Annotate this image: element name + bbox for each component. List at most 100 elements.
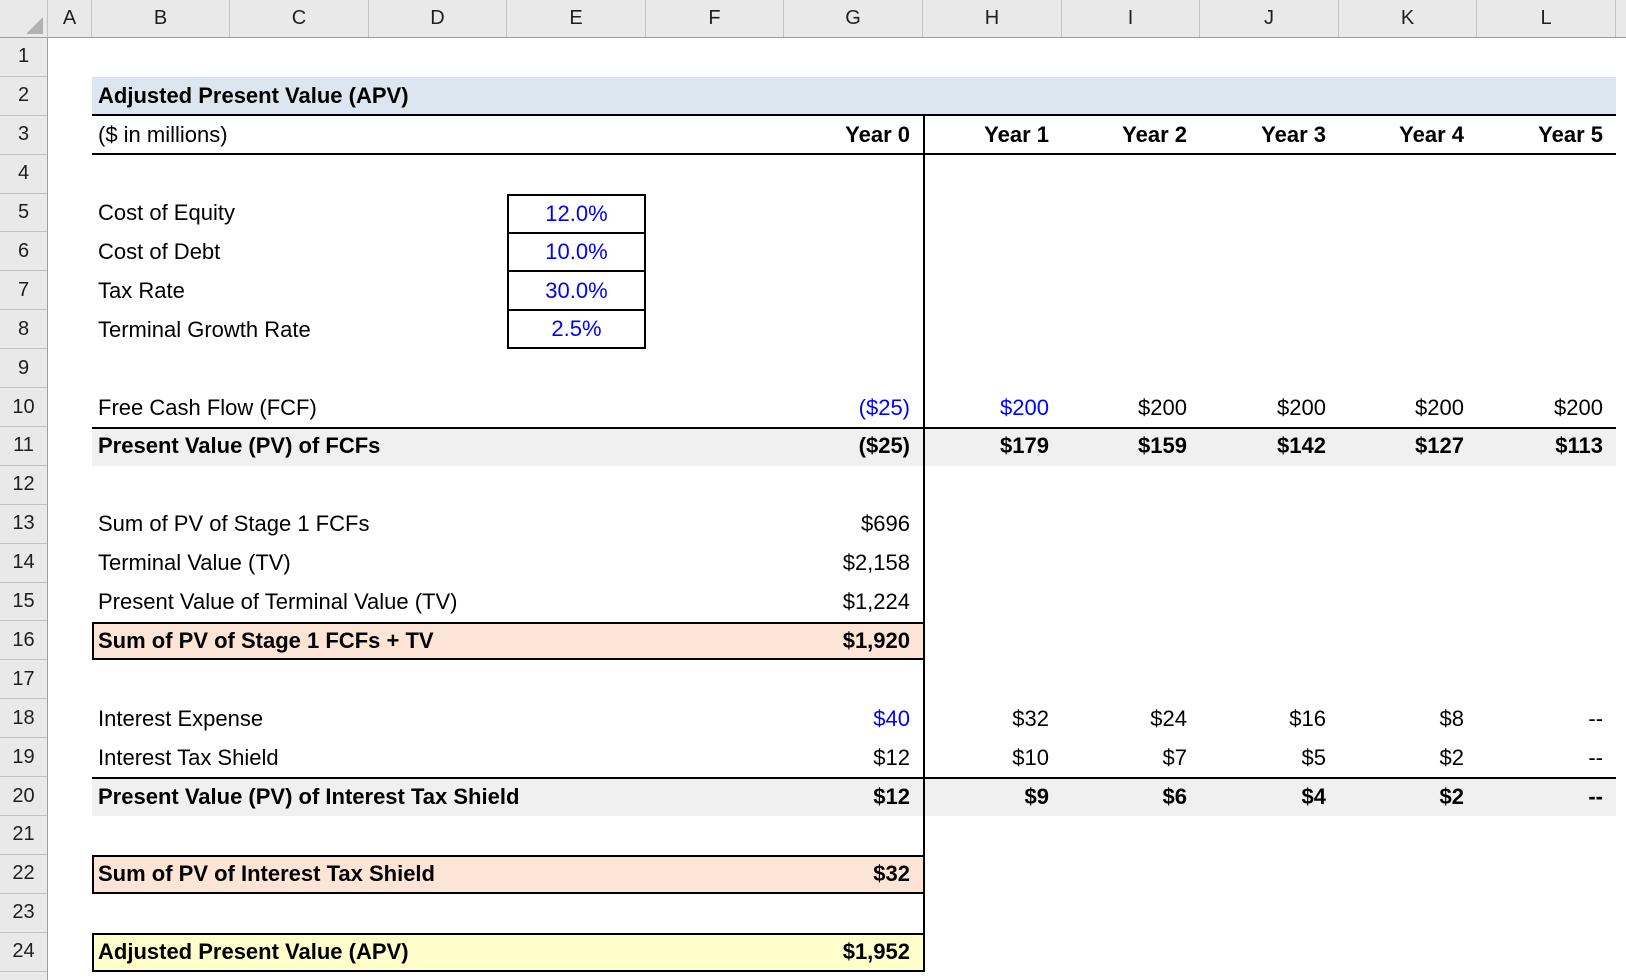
sum-pv-stage1-tv-value[interactable]: $1,920 [784,622,923,661]
row-header-17[interactable]: 17 [0,660,47,699]
row-header-2[interactable]: 2 [0,77,47,116]
pv-fcf-year3-value[interactable]: $142 [1200,427,1339,466]
fcf-year5-value[interactable]: $200 [1477,388,1616,427]
column-header-e[interactable]: E [507,0,646,37]
row-header-22[interactable]: 22 [0,855,47,894]
interest-expense-year4-value[interactable]: $8 [1339,699,1477,738]
row-header-21[interactable]: 21 [0,816,47,855]
row-header-9[interactable]: 9 [0,349,47,388]
column-header-k[interactable]: K [1339,0,1477,37]
row-header-8[interactable]: 8 [0,310,47,349]
year1-header[interactable]: Year 1 [923,116,1062,155]
row-header-20[interactable]: 20 [0,777,47,816]
pv-fcf-year5-value[interactable]: $113 [1477,427,1616,466]
year4-header[interactable]: Year 4 [1339,116,1477,155]
row-header-13[interactable]: 13 [0,505,47,544]
interest-tax-shield-label[interactable]: Interest Tax Shield [92,738,732,777]
row-header-19[interactable]: 19 [0,738,47,777]
row-header-16[interactable]: 16 [0,622,47,661]
pv-its-year4-value[interactable]: $2 [1339,777,1477,816]
row-header-15[interactable]: 15 [0,583,47,622]
row-header-5[interactable]: 5 [0,194,47,233]
cost-of-equity-input[interactable]: 12.0% [509,196,644,232]
interest-expense-year1-value[interactable]: $32 [923,699,1062,738]
apv-value[interactable]: $1,952 [784,933,923,972]
pv-fcf-year1-value[interactable]: $179 [923,427,1062,466]
pv-its-year2-value[interactable]: $6 [1062,777,1200,816]
fcf-year2-value[interactable]: $200 [1062,388,1200,427]
subtitle[interactable]: ($ in millions) [92,116,732,155]
sum-pv-its-value[interactable]: $32 [784,855,923,894]
tax-rate-input[interactable]: 30.0% [509,270,644,308]
row-header-column: 1 2 3 4 5 6 7 8 9 10 11 12 13 14 15 16 1… [0,38,48,980]
interest-tax-shield-year2-value[interactable]: $7 [1062,738,1200,777]
sheet-title[interactable]: Adjusted Present Value (APV) [92,77,1616,116]
sum-pv-its-label[interactable]: Sum of PV of Interest Tax Shield [92,855,732,894]
sum-pv-stage1-tv-label[interactable]: Sum of PV of Stage 1 FCFs + TV [92,622,732,661]
pv-fcf-year0-value[interactable]: ($25) [784,427,923,466]
interest-tax-shield-year1-value[interactable]: $10 [923,738,1062,777]
row-header-18[interactable]: 18 [0,699,47,738]
year0-divider-line [923,116,925,972]
select-all-button[interactable] [0,0,48,37]
spreadsheet-apv: A B C D E F G H I J K L 1 2 3 4 5 6 7 8 … [0,0,1626,980]
column-header-l[interactable]: L [1477,0,1616,37]
pv-its-year0-value[interactable]: $12 [784,777,923,816]
pv-fcf-year4-value[interactable]: $127 [1339,427,1477,466]
year2-header[interactable]: Year 2 [1062,116,1200,155]
pv-its-year5-value[interactable]: -- [1477,777,1616,816]
row-header-14[interactable]: 14 [0,544,47,583]
column-header-a[interactable]: A [48,0,92,37]
pv-its-year3-value[interactable]: $4 [1200,777,1339,816]
interest-expense-year5-value[interactable]: -- [1477,699,1616,738]
row-header-10[interactable]: 10 [0,388,47,427]
column-header-h[interactable]: H [923,0,1062,37]
pv-its-label[interactable]: Present Value (PV) of Interest Tax Shiel… [92,777,732,816]
column-header-f[interactable]: F [646,0,784,37]
pv-its-year1-value[interactable]: $9 [923,777,1062,816]
row-header-24[interactable]: 24 [0,933,47,972]
row-header-4[interactable]: 4 [0,155,47,194]
fcf-year4-value[interactable]: $200 [1339,388,1477,427]
pv-terminal-value-value[interactable]: $1,224 [784,583,923,622]
interest-tax-shield-year5-value[interactable]: -- [1477,738,1616,777]
row-header-3[interactable]: 3 [0,116,47,155]
fcf-year3-value[interactable]: $200 [1200,388,1339,427]
interest-tax-shield-year0-value[interactable]: $12 [784,738,923,777]
column-header-b[interactable]: B [92,0,230,37]
row-header-23[interactable]: 23 [0,894,47,933]
interest-expense-year2-value[interactable]: $24 [1062,699,1200,738]
pv-fcf-year2-value[interactable]: $159 [1062,427,1200,466]
row-header-6[interactable]: 6 [0,233,47,272]
row-header-1[interactable]: 1 [0,38,47,77]
year5-header[interactable]: Year 5 [1477,116,1616,155]
assumption-input-box: 12.0% 10.0% 30.0% 2.5% [507,194,646,350]
year0-header[interactable]: Year 0 [784,116,923,155]
terminal-value-label[interactable]: Terminal Value (TV) [92,544,732,583]
fcf-year0-value[interactable]: ($25) [784,388,923,427]
interest-tax-shield-year4-value[interactable]: $2 [1339,738,1477,777]
column-header-g[interactable]: G [784,0,923,37]
column-header-j[interactable]: J [1200,0,1339,37]
sum-pv-stage1-value[interactable]: $696 [784,505,923,544]
fcf-label[interactable]: Free Cash Flow (FCF) [92,388,732,427]
cost-of-debt-input[interactable]: 10.0% [509,232,644,270]
interest-expense-year3-value[interactable]: $16 [1200,699,1339,738]
column-header-i[interactable]: I [1062,0,1200,37]
row-header-12[interactable]: 12 [0,466,47,505]
apv-label[interactable]: Adjusted Present Value (APV) [92,933,732,972]
pv-fcf-label[interactable]: Present Value (PV) of FCFs [92,427,732,466]
pv-terminal-value-label[interactable]: Present Value of Terminal Value (TV) [92,583,732,622]
column-header-d[interactable]: D [369,0,507,37]
fcf-year1-value[interactable]: $200 [923,388,1062,427]
sum-pv-stage1-label[interactable]: Sum of PV of Stage 1 FCFs [92,505,732,544]
row-header-11[interactable]: 11 [0,427,47,466]
row-header-7[interactable]: 7 [0,271,47,310]
interest-tax-shield-year3-value[interactable]: $5 [1200,738,1339,777]
interest-expense-year0-value[interactable]: $40 [784,699,923,738]
year3-header[interactable]: Year 3 [1200,116,1339,155]
interest-expense-label[interactable]: Interest Expense [92,699,732,738]
column-header-c[interactable]: C [230,0,369,37]
terminal-value-value[interactable]: $2,158 [784,544,923,583]
terminal-growth-rate-input[interactable]: 2.5% [509,309,644,347]
